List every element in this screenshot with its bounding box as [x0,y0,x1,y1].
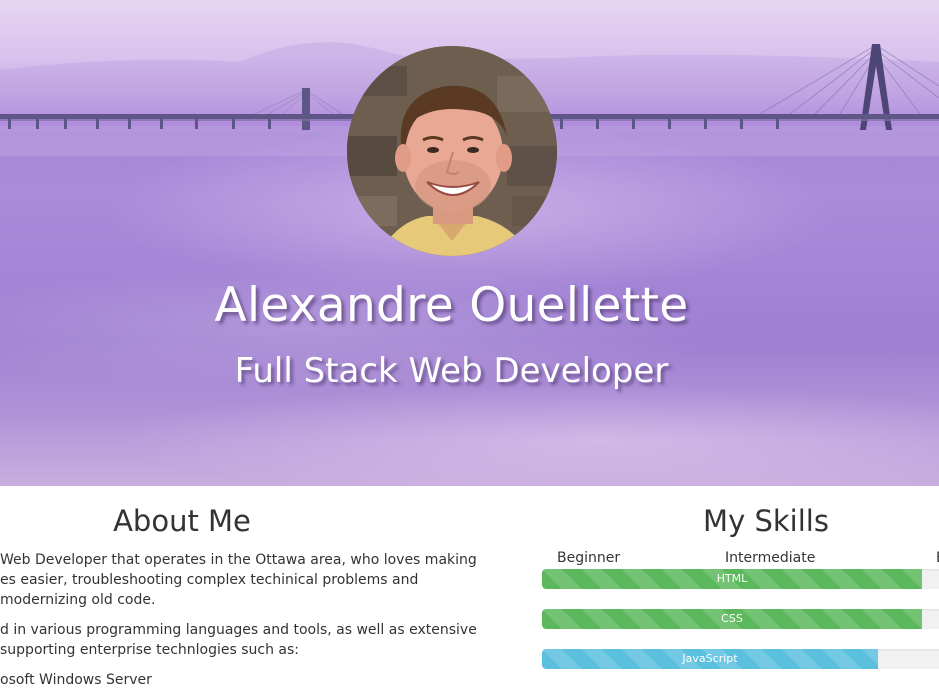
skills-heading: My Skills [703,504,829,538]
skill-bar-fill: CSS [542,609,922,629]
skill-bar-javascript: JavaScript [542,649,939,669]
about-paragraph-2: d in various programming languages and t… [0,620,477,660]
level-beginner: Beginner [557,550,621,566]
skill-level-legend: Beginner Intermediate E [542,550,939,570]
level-intermediate: Intermediate [725,550,816,566]
about-line: modernizing old code. [0,592,156,608]
profile-avatar [347,46,557,256]
about-line: supporting enterprise technlogies such a… [0,642,299,658]
about-line: es easier, troubleshooting complex techi… [0,572,419,588]
about-line: d in various programming languages and t… [0,622,477,638]
skill-bar-css: CSS [542,609,939,629]
skill-bar-fill: HTML [542,569,922,589]
skill-bar-fill: JavaScript [542,649,878,669]
hero-name: Alexandre Ouellette [214,278,689,333]
about-paragraph-1: Web Developer that operates in the Ottaw… [0,550,477,610]
hero-banner: Alexandre Ouellette Full Stack Web Devel… [0,0,939,486]
about-list-item: osoft Windows Server [0,672,152,688]
skill-bar-html: HTML [542,569,939,589]
about-heading: About Me [113,504,251,538]
about-text: Web Developer that operates in the Ottaw… [0,550,477,690]
hero-job-title: Full Stack Web Developer [234,351,669,391]
about-line: Web Developer that operates in the Ottaw… [0,552,477,568]
